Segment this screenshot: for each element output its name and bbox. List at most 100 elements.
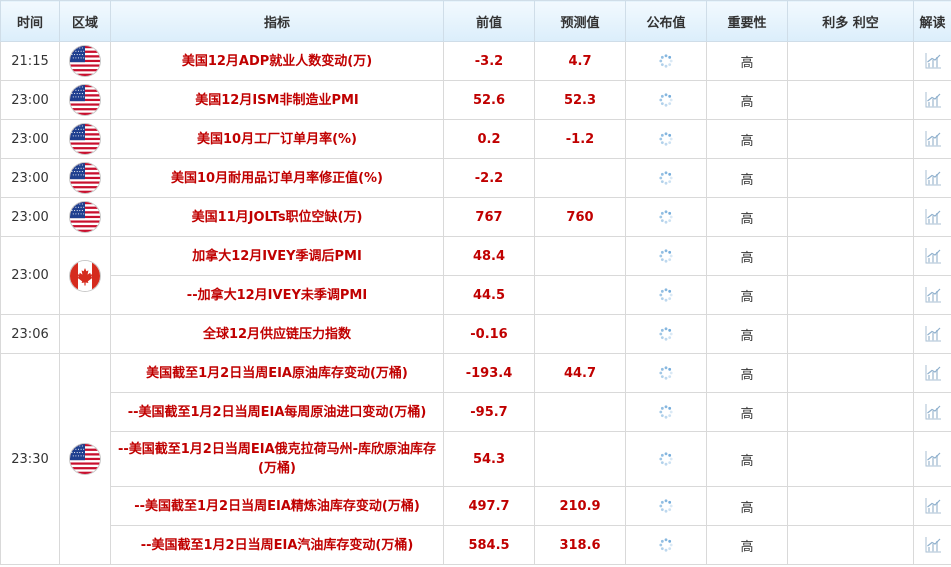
indicator-link[interactable]: 加拿大12月IVEY季调后PMI — [110, 236, 444, 276]
loading-spinner-icon — [626, 365, 706, 381]
indicator-link[interactable]: 美国截至1月2日当周EIA原油库存变动(万桶) — [110, 353, 444, 393]
previous-value: -0.16 — [443, 314, 535, 354]
chart-icon[interactable] — [914, 208, 951, 226]
forecast-value — [534, 431, 626, 487]
indicator-link[interactable]: --美国截至1月2日当周EIA俄克拉荷马州-库欣原油库存(万桶) — [110, 431, 444, 487]
analysis-cell[interactable] — [913, 197, 951, 237]
chart-icon[interactable] — [914, 364, 951, 382]
indicator-link[interactable]: --加拿大12月IVEY未季调PMI — [110, 275, 444, 315]
forecast-value — [534, 158, 626, 198]
loading-spinner-icon — [626, 92, 706, 108]
loading-spinner-icon — [626, 209, 706, 225]
importance-value: 高 — [706, 314, 788, 354]
chart-icon[interactable] — [914, 497, 951, 515]
table-row: --美国截至1月2日当周EIA汽油库存变动(万桶) 584.5 318.6 高 — [1, 525, 951, 565]
table-row: --美国截至1月2日当周EIA每周原油进口变动(万桶) -95.7 高 — [1, 392, 951, 432]
table-row: 23:00 美国11月JOLTs职位空缺(万) 767 760 高 — [0, 197, 951, 237]
indicator-link[interactable]: --美国截至1月2日当周EIA精炼油库存变动(万桶) — [110, 486, 444, 526]
region-cell — [59, 236, 111, 315]
region-cell — [59, 314, 111, 354]
indicator-link[interactable]: --美国截至1月2日当周EIA汽油库存变动(万桶) — [110, 525, 444, 565]
analysis-cell[interactable] — [913, 314, 951, 354]
header-region: 区域 — [59, 0, 111, 42]
analysis-cell[interactable] — [913, 275, 951, 315]
indicator-link[interactable]: 美国12月ADP就业人数变动(万) — [110, 41, 444, 81]
chart-icon[interactable] — [914, 130, 951, 148]
header-actual: 公布值 — [625, 0, 707, 42]
analysis-cell[interactable] — [913, 41, 951, 81]
table-row: 23:00 美国12月ISM非制造业PMI 52.6 52.3 高 — [0, 80, 951, 120]
indicator-link[interactable]: 美国12月ISM非制造业PMI — [110, 80, 444, 120]
table-row: --加拿大12月IVEY未季调PMI 44.5 高 — [1, 275, 951, 315]
time-cell: 23:00 — [0, 119, 60, 159]
actual-value-pending — [625, 314, 707, 354]
actual-value-pending — [625, 431, 707, 487]
analysis-cell[interactable] — [913, 353, 951, 393]
forecast-value: 318.6 — [534, 525, 626, 565]
importance-value: 高 — [706, 41, 788, 81]
previous-value: 497.7 — [443, 486, 535, 526]
region-cell — [59, 41, 111, 81]
region-cell — [59, 158, 111, 198]
analysis-cell[interactable] — [913, 525, 951, 565]
table-row: 23:06 全球12月供应链压力指数 -0.16 高 — [0, 314, 951, 354]
analysis-cell[interactable] — [913, 158, 951, 198]
table-row: 23:00 美国10月工厂订单月率(%) 0.2 -1.2 高 — [0, 119, 951, 159]
indicator-link[interactable]: 全球12月供应链压力指数 — [110, 314, 444, 354]
chart-icon[interactable] — [914, 403, 951, 421]
importance-value: 高 — [706, 392, 788, 432]
previous-value: 584.5 — [443, 525, 535, 565]
importance-value: 高 — [706, 197, 788, 237]
previous-value: -193.4 — [443, 353, 535, 393]
chart-icon[interactable] — [914, 247, 951, 265]
previous-value: 48.4 — [443, 236, 535, 276]
impact-cell — [787, 525, 914, 565]
impact-cell — [787, 486, 914, 526]
loading-spinner-icon — [626, 53, 706, 69]
previous-value: 52.6 — [443, 80, 535, 120]
forecast-value — [534, 392, 626, 432]
analysis-cell[interactable] — [913, 486, 951, 526]
analysis-cell[interactable] — [913, 392, 951, 432]
actual-value-pending — [625, 486, 707, 526]
impact-cell — [787, 41, 914, 81]
chart-icon[interactable] — [914, 450, 951, 468]
analysis-cell[interactable] — [913, 431, 951, 487]
chart-icon[interactable] — [914, 325, 951, 343]
time-cell: 23:30 — [0, 353, 60, 565]
loading-spinner-icon — [626, 248, 706, 264]
loading-spinner-icon — [626, 170, 706, 186]
chart-icon[interactable] — [914, 536, 951, 554]
header-indicator: 指标 — [110, 0, 444, 42]
analysis-cell[interactable] — [913, 119, 951, 159]
loading-spinner-icon — [626, 537, 706, 553]
actual-value-pending — [625, 392, 707, 432]
chart-icon[interactable] — [914, 169, 951, 187]
chart-icon[interactable] — [914, 91, 951, 109]
table-row: 23:00 美国10月耐用品订单月率修正值(%) -2.2 高 — [0, 158, 951, 198]
actual-value-pending — [625, 236, 707, 276]
impact-cell — [787, 353, 914, 393]
analysis-cell[interactable] — [913, 80, 951, 120]
actual-value-pending — [625, 119, 707, 159]
indicator-link[interactable]: 美国10月耐用品订单月率修正值(%) — [110, 158, 444, 198]
us-flag-icon — [70, 163, 100, 193]
indicator-link[interactable]: 美国11月JOLTs职位空缺(万) — [110, 197, 444, 237]
us-flag-icon — [70, 46, 100, 76]
time-cell: 23:00 — [0, 197, 60, 237]
time-cell: 23:00 — [0, 158, 60, 198]
impact-cell — [787, 275, 914, 315]
us-flag-icon — [70, 85, 100, 115]
chart-icon[interactable] — [914, 52, 951, 70]
forecast-value: 760 — [534, 197, 626, 237]
indicator-link[interactable]: 美国10月工厂订单月率(%) — [110, 119, 444, 159]
importance-value: 高 — [706, 525, 788, 565]
header-row: 时间 区域 指标 前值 预测值 公布值 重要性 利多 利空 解读 — [0, 0, 951, 42]
chart-icon[interactable] — [914, 286, 951, 304]
indicator-link[interactable]: --美国截至1月2日当周EIA每周原油进口变动(万桶) — [110, 392, 444, 432]
importance-value: 高 — [706, 431, 788, 487]
analysis-cell[interactable] — [913, 236, 951, 276]
actual-value-pending — [625, 353, 707, 393]
region-cell — [59, 353, 111, 565]
time-cell: 21:15 — [0, 41, 60, 81]
